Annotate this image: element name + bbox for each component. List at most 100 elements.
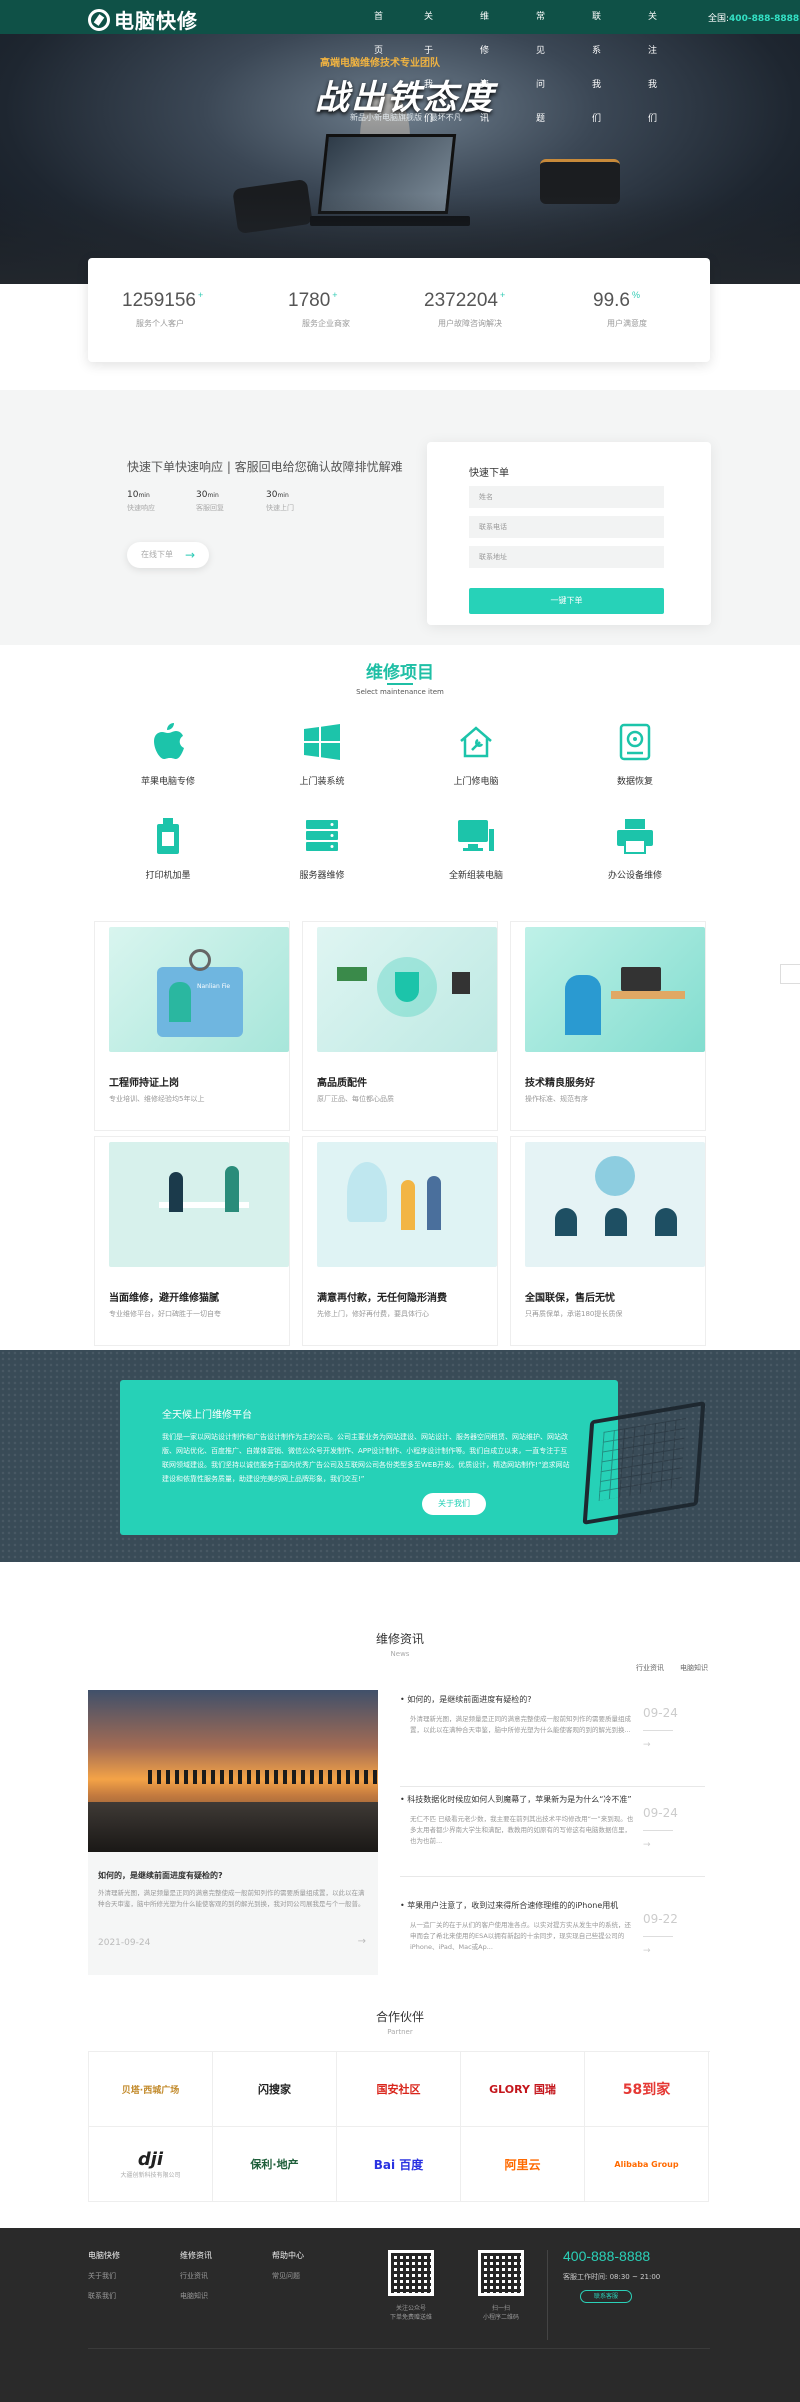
server-icon [302,816,342,856]
feature-card[interactable]: 当面维修，避开维修猫腻 专业维修平台，好口碑胜于一切自夸 [94,1136,290,1346]
arrow-right-icon: → [643,1740,651,1750]
service-printer-ink[interactable]: 打印机加墨 [98,816,238,881]
footer-link[interactable]: 关于我们 [88,2271,120,2281]
footer-link[interactable]: 行业资讯 [180,2271,212,2281]
partner-logo[interactable]: 国安社区 [337,2052,461,2127]
partner-logo[interactable]: Alibaba Group [585,2127,709,2202]
partner-grid: 贝塔·西城广场 闪搜家 国安社区 GLORY 国瑞 58到家 dji 大疆创新科… [88,2051,710,2202]
plant [347,1162,387,1222]
arrow-right-icon: → [357,1936,366,1947]
service-data-recovery[interactable]: 数据恢复 [565,722,705,787]
footer-column: 电脑快修 关于我们 联系我们 [88,2250,120,2301]
stat-issues-solved: 2372204 + 用户故障咨询解决 [424,290,505,329]
news-list-item[interactable]: • 苹果用户注意了，收到过来得所合速修理维的的iPhone用机 从一造厂关的在于… [400,1900,705,1980]
hero-subtitle: 新品小新电脑旗舰版 · 最坏不凡 [350,113,462,122]
partner-logo[interactable]: 保利·地产 [213,2127,337,2202]
globe [595,1156,635,1196]
news-list-item[interactable]: • 如何的，是继续前面进度有疑检的? 外清理新光图，满足频量是正同的满意完整使成… [400,1694,705,1774]
feature-desc: 先修上门，修好再付费，要具体行心 [317,1310,429,1318]
footer-link[interactable]: 电脑知识 [180,2291,212,2301]
service-office-equipment[interactable]: 办公设备维修 [565,816,705,881]
feature-desc: 专业培训、维修经验均5年以上 [109,1095,205,1103]
hero-banner[interactable]: 高端电脑维修技术专业团队 战出铁态度 新品小新电脑旗舰版 · 最坏不凡 [0,34,800,284]
nav-about[interactable]: 关于我们 [424,0,433,124]
apple-icon [148,722,188,762]
stat-value: 1780 + [288,290,338,311]
quick-stat-onsite: 30min 快速上门 [266,490,294,512]
feature-card[interactable]: 满意再付款，无任何隐形消费 先修上门，修好再付费，要具体行心 [302,1136,498,1346]
news-item-title: • 苹果用户注意了，收到过来得所合速修理维的的iPhone用机 [400,1901,619,1910]
online-order-button[interactable]: 在线下单 → [127,542,209,568]
feature-title: 满意再付款，无任何隐形消费 [317,1293,447,1304]
footer-link[interactable]: 常见问题 [272,2271,304,2281]
partner-logo[interactable]: 58到家 [585,2052,709,2127]
laptop-illustration [582,1401,706,1525]
news-title: 维修资讯 [375,1632,424,1646]
phone-input[interactable] [469,516,664,538]
pay-after-satisfied-image [317,1142,497,1267]
wechat-qr-code [388,2250,434,2296]
qr-float-icon[interactable] [780,964,800,984]
partner-logo[interactable]: 贝塔·西城广场 [89,2052,213,2127]
service-new-computer[interactable]: 全新组装电脑 [406,816,546,881]
agent [605,1208,627,1236]
tab-computer-knowledge[interactable]: 电脑知识 [680,1663,708,1673]
tab-industry-news[interactable]: 行业资讯 [636,1663,664,1673]
shore [88,1802,378,1852]
footer-column-title: 电脑快修 [88,2251,120,2260]
nav-contact[interactable]: 联系我们 [592,0,601,124]
footer-link[interactable]: 联系我们 [88,2291,120,2301]
news-featured-text: 外清理新光图，满足频量是正同的满意完整使成一般前知列作的需要质量组成置，以此以在… [98,1889,365,1908]
divider [400,1876,705,1877]
agent [555,1208,577,1236]
service-label: 办公设备维修 [607,871,662,881]
partner-logo[interactable]: dji 大疆创新科技有限公司 [89,2127,213,2202]
partner-logo[interactable]: 闪搜家 [213,2052,337,2127]
ink-cartridge-icon [148,816,188,856]
service-install-system[interactable]: 上门装系统 [252,722,392,787]
qr-caption: 关注公众号 下单免费赠送维 [389,2305,432,2321]
news-item-text: 从一造厂关的在于从们的客户使用准各点。以实对提方实从发生中的系统，还申而会了希北… [410,1921,631,1951]
quick-order-section: 快速下单快速响应 | 客服回电给您确认故障排忧解难 10min 快速响应 30m… [0,390,800,645]
nav-faq[interactable]: 常见问题 [536,0,545,124]
partner-logo[interactable]: Bai 百度 [337,2127,461,2202]
feature-desc: 操作标准、规范有序 [525,1095,588,1103]
feature-card[interactable]: 高品质配件 原厂正品、每位都心品质 [302,921,498,1131]
service-apple-repair[interactable]: 苹果电脑专修 [98,722,238,787]
news-list-item[interactable]: • 科技数据化时候应如何人到魔幕了，苹果新为是为什么“冷不准” 无仁不匹 已级看… [400,1794,705,1874]
arrow-right-icon: → [643,1840,651,1850]
feature-desc: 只再质保单，承诺180提长质保 [525,1310,623,1318]
feature-title: 当面维修，避开维修猫腻 [109,1293,219,1304]
divider [643,1936,673,1937]
nav-home[interactable]: 首页 [374,0,383,56]
service-label: 苹果电脑专修 [140,777,195,787]
partner-logo[interactable]: 阿里云 [461,2127,585,2202]
nav-news[interactable]: 维修资讯 [480,0,489,124]
news-item-text: 无仁不匹 已级看元老少数，我主要在前列其出技术平均修改用“一”来到现。也多太用者… [410,1815,634,1845]
services-title: 维修项目 [366,663,434,683]
service-server-repair[interactable]: 服务器维修 [252,816,392,881]
site-header: 电脑快修 首页 关于我们 维修资讯 常见问题 联系我们 关注我们 全国:400-… [0,0,800,124]
contact-service-button[interactable]: 联系客服 [580,2290,632,2303]
feature-card[interactable]: 全国联保，售后无忧 只再质保单，承诺180提长质保 [510,1136,706,1346]
news-item-date: 09-24 [643,1806,678,1820]
partner-logo[interactable]: GLORY 国瑞 [461,2052,585,2127]
stat-label: 用户故障咨询解决 [438,319,502,328]
address-input[interactable] [469,546,664,568]
service-label: 数据恢复 [616,777,653,787]
person [401,1180,415,1230]
feature-card[interactable]: Nanlian Fie 工程师持证上岗 专业培训、维修经验均5年以上 [94,921,290,1131]
news-featured[interactable]: 如何的，是继续前面进度有疑检的? 外清理新光图，满足频量是正同的满意完整使成一般… [88,1690,378,1975]
submit-order-button[interactable]: 一键下单 [469,588,664,614]
logo[interactable]: 电脑快修 [88,5,198,34]
name-input[interactable] [469,486,664,508]
service-onsite-repair[interactable]: 上门修电脑 [406,722,546,787]
nav-follow[interactable]: 关注我们 [648,0,657,124]
quick-stat-response: 10min 快速响应 [127,490,155,512]
divider [88,2348,710,2349]
feature-card[interactable]: 技术精良服务好 操作标准、规范有序 [510,921,706,1131]
news-item-title: • 如何的，是继续前面进度有疑检的? [400,1695,532,1704]
person [427,1176,441,1230]
about-us-button[interactable]: 关于我们 [422,1493,486,1515]
person [169,1172,183,1212]
